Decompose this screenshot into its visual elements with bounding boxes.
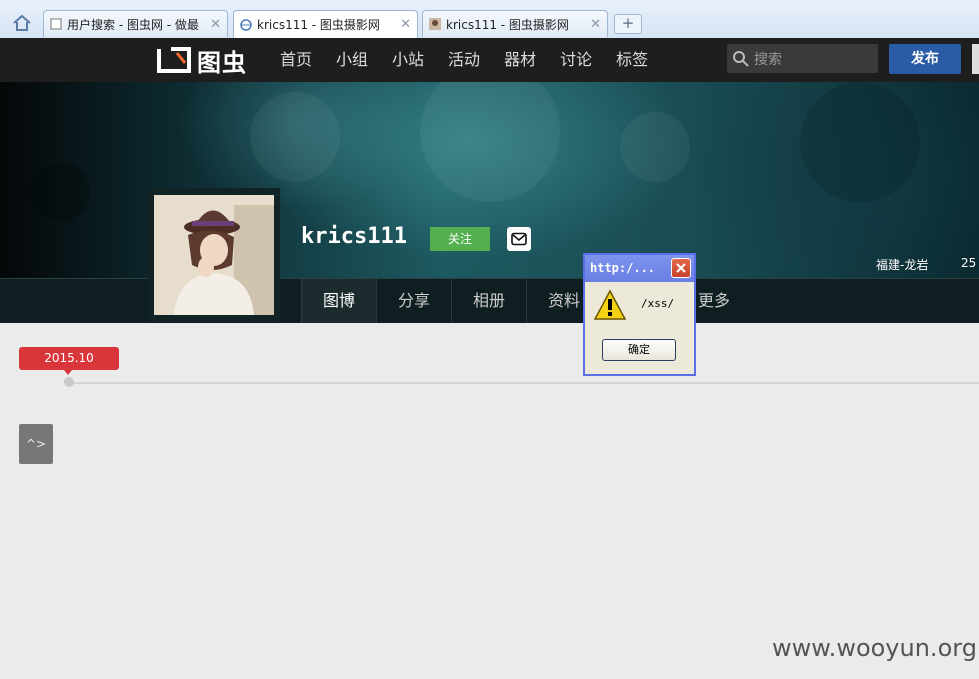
user-stat: 25	[961, 256, 977, 270]
nav-events[interactable]: 活动	[448, 38, 480, 82]
avatar-favicon-icon	[429, 18, 441, 30]
avatar-photo-icon	[154, 195, 274, 315]
search-input[interactable]: 搜索	[727, 44, 878, 73]
tab-title: krics111 - 图虫摄影网	[446, 17, 569, 32]
tab-title: krics111 - 图虫摄影网	[257, 18, 380, 32]
message-button[interactable]	[507, 227, 531, 251]
close-tab-icon[interactable]: ✕	[400, 17, 411, 32]
logo-mark-icon	[157, 47, 191, 73]
watermark-text: www.wooyun.org	[772, 634, 977, 662]
tab-share[interactable]: 分享	[376, 279, 451, 323]
avatar[interactable]	[154, 195, 274, 315]
home-icon	[13, 14, 31, 31]
main-nav: 首页 小组 小站 活动 器材 讨论 标签	[280, 38, 672, 82]
timeline-dot	[64, 377, 74, 387]
nav-discuss[interactable]: 讨论	[560, 38, 592, 82]
site-logo[interactable]: 图虫	[155, 44, 247, 77]
home-button[interactable]	[10, 12, 34, 34]
avatar-frame	[148, 188, 280, 322]
tab-timeline[interactable]: 图博	[301, 279, 376, 323]
user-location: 福建-龙岩	[876, 258, 929, 272]
nav-tags[interactable]: 标签	[616, 38, 648, 82]
tab-title: 用户搜索 - 图虫网 - 做最	[67, 17, 199, 32]
nav-gear[interactable]: 器材	[504, 38, 536, 82]
nav-groups[interactable]: 小组	[336, 38, 368, 82]
dialog-ok-button[interactable]: 确定	[602, 339, 676, 361]
dialog-titlebar[interactable]: http:/...	[585, 255, 694, 282]
timeline-date-badge[interactable]: 2015.10	[19, 347, 119, 375]
browser-tab-search[interactable]: 用户搜索 - 图虫网 - 做最 ✕	[43, 10, 228, 37]
nav-home[interactable]: 首页	[280, 38, 312, 82]
tab-albums[interactable]: 相册	[451, 279, 526, 323]
close-icon	[676, 263, 686, 273]
logo-text: 图虫	[197, 48, 247, 77]
site-header: 图虫 首页 小组 小站 活动 器材 讨论 标签 搜索 发布	[0, 38, 979, 82]
new-tab-button[interactable]: +	[614, 14, 642, 34]
alert-dialog: http:/... /xss/ 确定	[583, 253, 696, 376]
nav-sites[interactable]: 小站	[392, 38, 424, 82]
search-icon	[733, 50, 749, 67]
expand-sidebar-button[interactable]: ^>	[19, 424, 53, 464]
dialog-title: http:/...	[590, 261, 656, 275]
close-tab-icon[interactable]: ✕	[590, 17, 601, 32]
search-placeholder: 搜索	[754, 51, 782, 68]
timeline-axis	[68, 382, 979, 384]
page-icon	[50, 18, 62, 30]
publish-button[interactable]: 发布	[889, 44, 961, 74]
envelope-icon	[511, 232, 527, 246]
browser-tab-profile-active[interactable]: krics111 - 图虫摄影网 ✕	[233, 10, 418, 38]
profile-username: krics111	[301, 224, 407, 249]
user-menu-edge[interactable]	[972, 44, 979, 74]
profile-tab-bar: 图博 分享 相册 资料 更多	[0, 278, 979, 323]
browser-tab-profile[interactable]: krics111 - 图虫摄影网 ✕	[422, 10, 608, 37]
close-tab-icon[interactable]: ✕	[210, 17, 221, 32]
browser-tab-strip: 用户搜索 - 图虫网 - 做最 ✕ krics111 - 图虫摄影网 ✕ kri…	[0, 0, 979, 39]
dialog-message: /xss/	[641, 297, 675, 310]
follow-button[interactable]: 关注	[430, 227, 490, 251]
warning-icon	[593, 289, 627, 320]
dialog-close-button[interactable]	[671, 258, 691, 278]
ie-globe-icon	[240, 18, 252, 31]
